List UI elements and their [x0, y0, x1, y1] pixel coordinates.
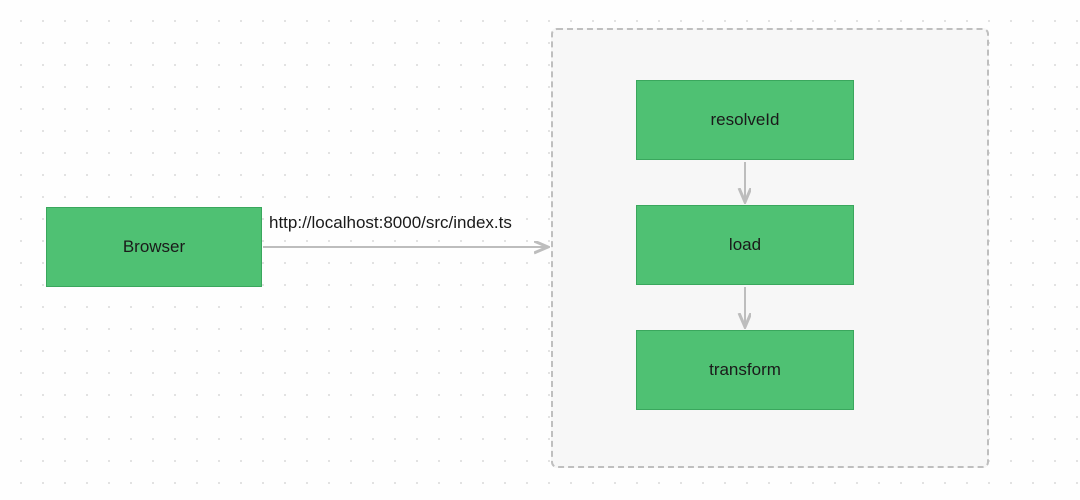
node-resolveid: resolveId — [636, 80, 854, 160]
node-browser-label: Browser — [123, 237, 185, 257]
node-transform: transform — [636, 330, 854, 410]
request-url-label: http://localhost:8000/src/index.ts — [269, 213, 512, 233]
node-load: load — [636, 205, 854, 285]
node-resolveid-label: resolveId — [711, 110, 780, 130]
node-load-label: load — [729, 235, 761, 255]
diagram-canvas: Browser http://localhost:8000/src/index.… — [0, 0, 1080, 500]
node-browser: Browser — [46, 207, 262, 287]
node-transform-label: transform — [709, 360, 781, 380]
